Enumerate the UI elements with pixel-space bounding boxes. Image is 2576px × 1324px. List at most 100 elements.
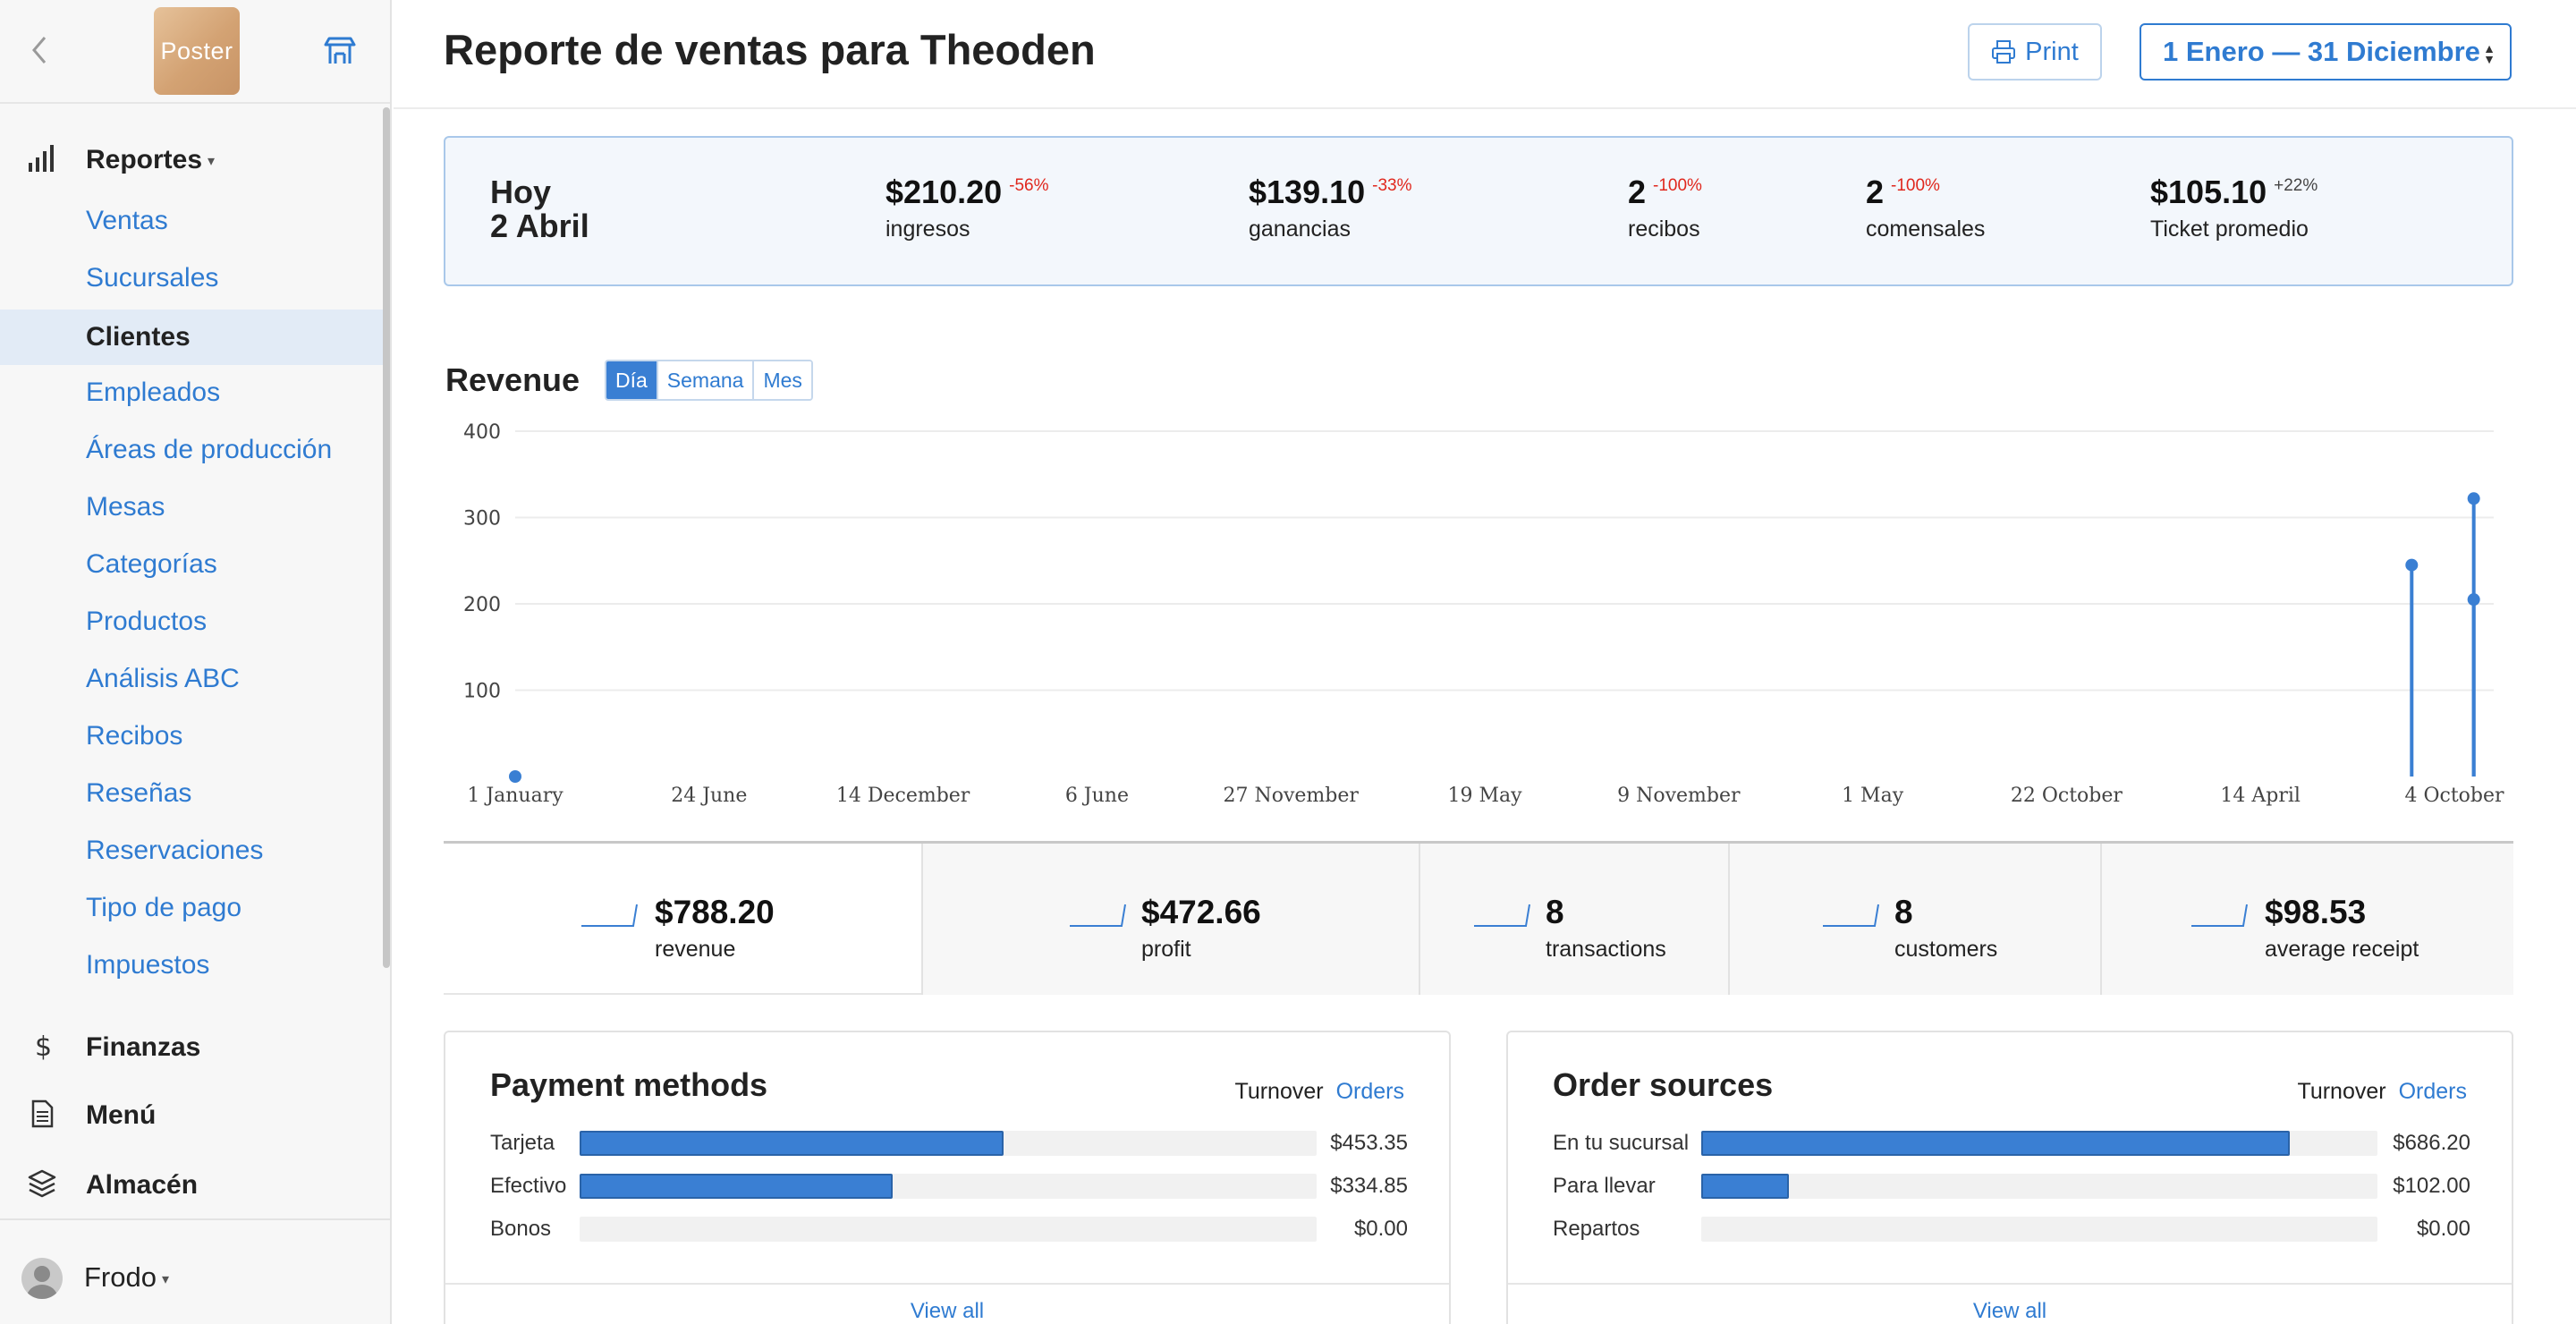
sparkline-icon xyxy=(1474,904,1530,927)
user-name: Frodo ▾ xyxy=(84,1261,170,1293)
tab-mes[interactable]: Mes xyxy=(752,361,811,399)
tab-dia[interactable]: Día xyxy=(606,361,657,399)
print-label: Print xyxy=(2025,37,2079,66)
tab-turnover[interactable]: Turnover xyxy=(2297,1079,2385,1104)
today-summary: Hoy 2 Abril $210.20 -56% ingresos $139.10… xyxy=(444,136,2513,286)
payment-methods-title: Payment methods xyxy=(490,1066,768,1103)
sidebar-item-recibos[interactable]: Recibos xyxy=(0,709,385,764)
sidebar-item-reservaciones[interactable]: Reservaciones xyxy=(0,823,385,878)
sidebar-item-clientes[interactable]: Clientes xyxy=(0,310,385,365)
sidebar-item-resenas[interactable]: Reseñas xyxy=(0,766,385,821)
total-profit[interactable]: $472.66 profit xyxy=(921,844,1419,995)
order-sources-tabs: Turnover Orders xyxy=(2297,1079,2467,1105)
chevron-left-icon[interactable] xyxy=(27,32,54,68)
sidebar-item-mesas[interactable]: Mesas xyxy=(0,480,385,535)
x-tick-label: 9 November xyxy=(1617,785,1741,807)
totals-strip: $788.20 revenue $472.66 profit 8 transac… xyxy=(444,841,2513,995)
section-almacen[interactable]: Almacén xyxy=(86,1170,198,1201)
total-average-receipt[interactable]: $98.53 average receipt xyxy=(2100,844,2513,995)
dollar-icon: $ xyxy=(35,1031,52,1061)
x-tick-label: 19 May xyxy=(1447,785,1522,807)
revenue-chart: 100 200 300 400 1 January 24 June 14 December 6… xyxy=(463,421,2504,807)
bar-track xyxy=(1701,1131,2377,1156)
x-tick-label: 22 October xyxy=(2011,785,2123,807)
date-range-label: 1 Enero — 31 Diciembre xyxy=(2163,36,2480,67)
sidebar-item-categorias[interactable]: Categorías xyxy=(0,537,385,592)
order-sources-card: Order sources Turnover Orders En tu sucur… xyxy=(1506,1031,2513,1324)
date-range-select[interactable]: 1 Enero — 31 Diciembre ▲ ▼ xyxy=(2140,23,2512,81)
printer-icon xyxy=(1992,40,2016,64)
data-point xyxy=(2467,492,2480,505)
sidebar-item-impuestos[interactable]: Impuestos xyxy=(0,938,385,993)
y-tick-label: 200 xyxy=(463,594,501,616)
sidebar-header: Poster xyxy=(0,0,390,104)
sparkline-icon xyxy=(2191,904,2248,927)
kpi-ingresos: $210.20 -56% ingresos xyxy=(886,174,1049,242)
bar-chart-icon xyxy=(29,145,54,172)
total-revenue[interactable]: $788.20 revenue xyxy=(444,844,921,995)
sidebar-item-ventas[interactable]: Ventas xyxy=(0,193,385,249)
page-title: Reporte de ventas para Theoden xyxy=(444,26,1096,73)
payment-row: Efectivo $334.85 xyxy=(490,1174,1408,1199)
store-icon[interactable] xyxy=(322,36,358,66)
sidebar-item-productos[interactable]: Productos xyxy=(0,594,385,649)
caret-down-icon: ▾ xyxy=(161,1271,170,1287)
sidebar-item-tipo-de-pago[interactable]: Tipo de pago xyxy=(0,880,385,936)
bar-track xyxy=(1701,1174,2377,1199)
avatar xyxy=(21,1258,63,1299)
bar-fill xyxy=(1701,1174,1790,1199)
x-tick-label: 1 January xyxy=(467,785,564,807)
app-logo[interactable]: Poster xyxy=(154,7,240,95)
total-customers[interactable]: 8 customers xyxy=(1728,844,2100,995)
sort-arrows-icon: ▲ ▼ xyxy=(2483,41,2496,66)
svg-text:$: $ xyxy=(35,1031,52,1061)
kpi-ganancias: $139.10 -33% ganancias xyxy=(1249,174,1412,242)
sidebar: Poster Reportes ▾ Ventas Sucursales Clien… xyxy=(0,0,392,1324)
view-all-link[interactable]: View all xyxy=(1508,1283,2512,1324)
bar-fill xyxy=(580,1174,894,1199)
data-point xyxy=(509,770,521,783)
total-transactions[interactable]: 8 transactions xyxy=(1419,844,1728,995)
sidebar-item-empleados[interactable]: Empleados xyxy=(0,365,385,420)
user-menu[interactable]: Frodo ▾ xyxy=(0,1218,390,1324)
x-tick-label: 1 May xyxy=(1842,785,1904,807)
tab-orders[interactable]: Orders xyxy=(2399,1079,2467,1104)
x-tick-label: 4 October xyxy=(2404,785,2504,807)
view-all-link[interactable]: View all xyxy=(445,1283,1449,1324)
order-sources-title: Order sources xyxy=(1553,1066,1774,1103)
tab-semana[interactable]: Semana xyxy=(656,361,753,399)
y-tick-label: 100 xyxy=(463,681,501,703)
print-button[interactable]: Print xyxy=(1968,23,2102,81)
x-tick-label: 24 June xyxy=(671,785,747,807)
source-row: Para llevar $102.00 xyxy=(1553,1174,2470,1199)
payment-methods-tabs: Turnover Orders xyxy=(1234,1079,1404,1105)
section-menu[interactable]: Menú xyxy=(86,1100,156,1131)
sidebar-item-analisis-abc[interactable]: Análisis ABC xyxy=(0,651,385,707)
revenue-title: Revenue xyxy=(445,361,580,398)
x-tick-label: 14 April xyxy=(2220,785,2301,807)
sparkline-icon xyxy=(1823,904,1879,927)
source-row: Repartos $0.00 xyxy=(1553,1217,2470,1242)
bar-track xyxy=(1701,1217,2377,1242)
tab-orders[interactable]: Orders xyxy=(1336,1079,1404,1104)
bar-track xyxy=(580,1174,1317,1199)
section-reportes[interactable]: Reportes ▾ xyxy=(86,145,215,175)
section-reportes-label: Reportes xyxy=(86,145,203,174)
sidebar-item-areas-produccion[interactable]: Áreas de producción xyxy=(0,422,385,478)
today-date: Hoy 2 Abril xyxy=(490,174,589,244)
data-point xyxy=(2405,558,2419,572)
tab-turnover[interactable]: Turnover xyxy=(1234,1079,1323,1104)
x-tick-label: 6 June xyxy=(1065,785,1129,807)
bar-track xyxy=(580,1131,1317,1156)
section-finanzas[interactable]: Finanzas xyxy=(86,1032,200,1063)
period-switcher: Día Semana Mes xyxy=(605,360,813,401)
user-icon xyxy=(27,1266,57,1299)
sidebar-scrollbar[interactable] xyxy=(383,107,390,968)
kpi-comensales: 2 -100% comensales xyxy=(1866,174,1986,242)
y-tick-label: 400 xyxy=(463,421,501,444)
sparkline-icon xyxy=(581,904,638,927)
payment-row: Tarjeta $453.35 xyxy=(490,1131,1408,1156)
bar-track xyxy=(580,1217,1317,1242)
sidebar-item-sucursales[interactable]: Sucursales xyxy=(0,250,385,306)
source-row: En tu sucursal $686.20 xyxy=(1553,1131,2470,1156)
